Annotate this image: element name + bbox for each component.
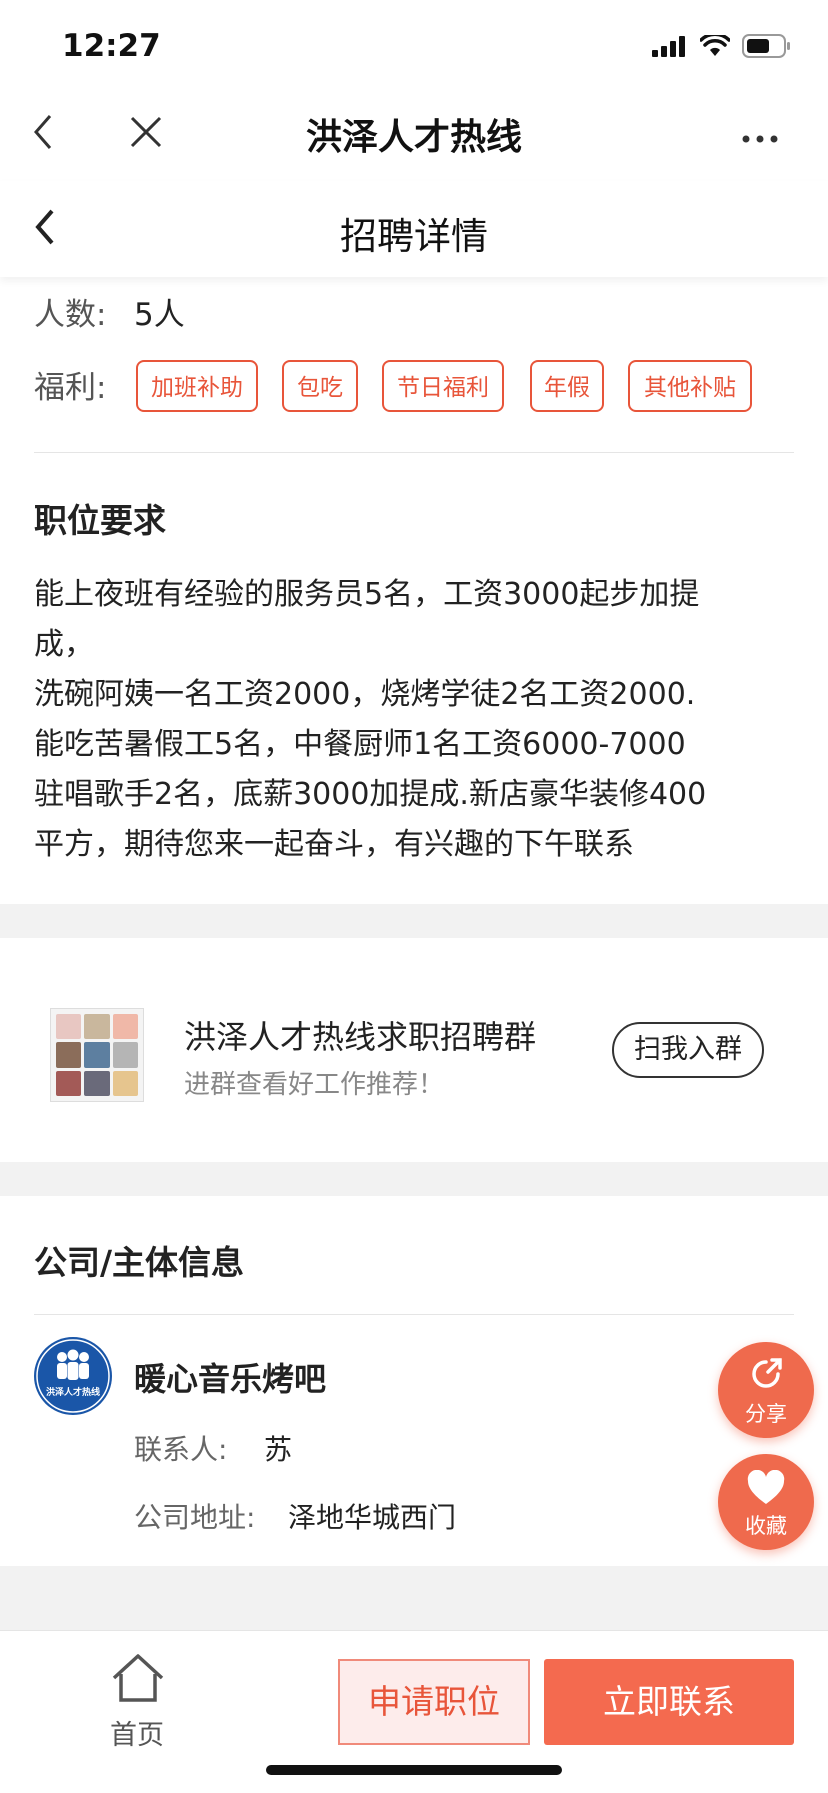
people-icon <box>36 1339 110 1413</box>
benefit-tag: 节日福利 <box>382 360 504 412</box>
share-button[interactable]: 分享 <box>718 1342 814 1438</box>
divider <box>34 452 794 453</box>
apply-button[interactable]: 申请职位 <box>338 1659 530 1745</box>
status-time: 12:27 <box>62 28 161 64</box>
home-icon[interactable] <box>110 1652 166 1708</box>
more-icon[interactable] <box>742 128 778 147</box>
share-label: 分享 <box>745 1402 787 1426</box>
section-separator <box>0 904 828 938</box>
home-indicator <box>266 1765 562 1775</box>
address-label: 公司地址: <box>134 1501 256 1534</box>
status-icons <box>652 34 792 58</box>
company-logo: 洪泽人才热线 <box>34 1337 112 1415</box>
benefit-tag: 年假 <box>530 360 604 412</box>
favorite-button[interactable]: 收藏 <box>718 1454 814 1550</box>
share-icon <box>752 1358 782 1388</box>
address-value: 泽地华城西门 <box>288 1501 457 1534</box>
group-subtitle: 进群查看好工作推荐！ <box>184 1070 445 1100</box>
wx-page-title: 洪泽人才热线 <box>305 117 522 158</box>
headcount-label: 人数: <box>34 297 107 333</box>
section-separator <box>0 1566 828 1630</box>
heart-icon <box>747 1470 785 1504</box>
benefit-tag: 包吃 <box>282 360 358 412</box>
signal-icon <box>652 36 685 57</box>
requirements-line: 平方，期待您来一起奋斗，有兴趣的下午联系 <box>34 827 634 862</box>
home-label[interactable]: 首页 <box>110 1713 164 1752</box>
requirements-line: 洗碗阿姨一名工资2000，烧烤学徒2名工资2000. <box>34 677 696 712</box>
headcount-value: 5人 <box>134 297 185 333</box>
page-title: 招聘详情 <box>340 215 488 258</box>
group-name: 洪泽人才热线求职招聘群 <box>184 1018 537 1056</box>
wifi-icon <box>700 35 730 56</box>
benefits-label: 福利: <box>34 370 107 406</box>
requirements-title: 职位要求 <box>34 501 166 540</box>
favorite-label: 收藏 <box>745 1514 787 1538</box>
company-name: 暖心音乐烤吧 <box>134 1360 327 1398</box>
requirements-line: 驻唱歌手2名，底薪3000加提成.新店豪华装修400 <box>34 777 707 812</box>
contact-now-button[interactable]: 立即联系 <box>544 1659 794 1745</box>
requirements-line: 能吃苦暑假工5名，中餐厨师1名工资6000-7000 <box>34 727 686 762</box>
requirements-text: 能上夜班有经验的服务员5名，工资3000起步加提 成， 洗碗阿姨一名工资2000… <box>34 570 794 870</box>
contact-label: 联系人: <box>134 1433 228 1466</box>
company-logo-text: 洪泽人才热线 <box>45 1388 100 1398</box>
benefit-tag: 其他补贴 <box>628 360 752 412</box>
contact-value: 苏 <box>264 1433 293 1466</box>
section-separator <box>0 1162 828 1196</box>
company-section-title: 公司/主体信息 <box>34 1243 245 1282</box>
battery-icon <box>742 34 790 58</box>
requirements-line: 能上夜班有经验的服务员5名，工资3000起步加提 <box>34 577 700 612</box>
requirements-line: 成， <box>34 627 94 662</box>
benefit-tag: 加班补助 <box>136 360 258 412</box>
group-avatar <box>50 1008 144 1102</box>
join-group-button[interactable]: 扫我入群 <box>612 1022 764 1078</box>
divider <box>34 1314 794 1315</box>
